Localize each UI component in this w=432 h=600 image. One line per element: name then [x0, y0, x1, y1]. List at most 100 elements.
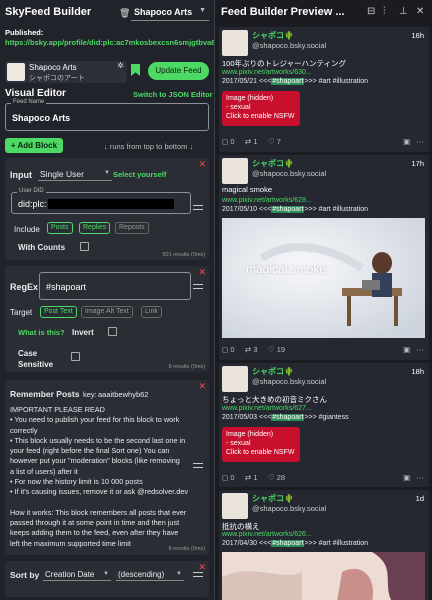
sort-order-select[interactable]: (descending) ▼	[116, 568, 184, 581]
post-url[interactable]: www.pixiv.net/artworks/627...	[222, 405, 312, 412]
feed-select[interactable]: Shapoco Arts ▼	[131, 5, 209, 21]
post-hashtag[interactable]: #shapoart	[271, 414, 305, 421]
post-text: magical smoke	[222, 185, 273, 194]
regex-input[interactable]: #shapoart	[39, 272, 191, 300]
visual-editor-title: Visual Editor	[5, 88, 66, 99]
include-reposts-chip[interactable]: Reposts	[115, 222, 149, 234]
desc-line: • If it's causing issues, remove it or a…	[10, 487, 189, 497]
post-tags: 2017/05/10 <<<#shapoart>>> #art #illustr…	[222, 206, 368, 213]
feed-post[interactable]: シャポコ🌵 @shapoco.bsky.social 1d 抵抗の構え www.…	[219, 490, 429, 600]
repost-count: 3	[253, 345, 258, 354]
desc-line: your feed (right before the final Sort o…	[10, 446, 170, 456]
close-icon[interactable]: ✕	[198, 267, 206, 278]
drag-handle-icon[interactable]	[193, 572, 203, 577]
more-icon[interactable]: ⋯	[417, 137, 425, 146]
repost-icon[interactable]: ⇄	[245, 345, 251, 354]
drag-handle-icon[interactable]	[193, 205, 203, 210]
sort-field-select[interactable]: Creation Date ▼	[43, 568, 111, 581]
sliders-icon[interactable]: ⫶	[383, 6, 386, 17]
update-feed-button[interactable]: Update Feed	[148, 62, 209, 80]
with-counts-label: With Counts	[18, 243, 66, 252]
pin-icon[interactable]: ⊥	[399, 6, 408, 17]
bookmark-icon[interactable]	[131, 64, 140, 76]
post-url[interactable]: www.pixiv.net/artworks/626...	[222, 531, 312, 538]
with-counts-checkbox[interactable]	[80, 242, 89, 251]
input-type-select[interactable]: Single User ▼	[38, 167, 112, 181]
user-did-label: User DID	[17, 188, 46, 194]
reply-icon[interactable]: ◻	[222, 137, 228, 146]
post-url[interactable]: www.pixiv.net/artworks/628...	[222, 197, 312, 204]
include-posts-chip[interactable]: Posts	[47, 222, 73, 234]
remember-block: ✕ Remember Posts key: aaaitbewhyb62 IMPO…	[5, 380, 209, 555]
post-image[interactable]: magical smoke	[222, 218, 425, 338]
post-hashtag[interactable]: #shapoart	[271, 78, 305, 85]
drag-handle-icon[interactable]	[193, 284, 203, 289]
feed-name-label: Feed Name	[11, 99, 47, 105]
close-icon[interactable]: ✕	[416, 6, 424, 17]
target-label: Target	[10, 308, 33, 317]
hidden-reason: - sexual	[226, 440, 251, 447]
case-sensitive-checkbox[interactable]	[71, 352, 80, 361]
target-alt-text-chip[interactable]: Image Alt Text	[81, 306, 133, 318]
dock-icon[interactable]: ⊟	[367, 6, 375, 17]
post-hashtag[interactable]: #shapoart	[271, 206, 305, 213]
add-block-button[interactable]: + Add Block	[5, 138, 63, 153]
more-icon[interactable]: ⋯	[417, 473, 425, 482]
invert-label: Invert	[72, 328, 94, 337]
post-date: 2017/05/03 <<<	[222, 414, 272, 421]
pixel-icon: ✲	[117, 61, 124, 70]
regex-block: ✕ RegEx #shapoart Target Post Text Image…	[5, 266, 209, 372]
post-menu: ▣ ⋯	[403, 137, 424, 146]
feed-name-field[interactable]: Feed Name Shapoco Arts	[5, 99, 209, 131]
hidden-reason: - sexual	[226, 104, 251, 111]
more-icon[interactable]: ⋯	[417, 345, 425, 354]
reply-icon[interactable]: ◻	[222, 473, 228, 482]
like-icon[interactable]: ♡	[268, 345, 275, 354]
like-icon[interactable]: ♡	[268, 137, 275, 146]
account-card[interactable]: Shapoco Arts シャポコのアート ✲	[5, 61, 127, 83]
published-url[interactable]: https://bsky.app/profile/did:plc:ac7mkos…	[5, 38, 214, 47]
post-text: 100年ぶりのトレジャーハンティング	[222, 59, 347, 68]
what-is-this-link[interactable]: What is this?	[18, 328, 65, 337]
nsfw-hidden-notice[interactable]: Image (hidden) - sexual Click to enable …	[222, 91, 300, 126]
close-icon[interactable]: ✕	[198, 159, 206, 170]
image-icon[interactable]: ▣	[403, 137, 410, 146]
runs-note: ↓ runs from top to bottom ↓	[104, 142, 194, 151]
post-menu: ▣ ⋯	[403, 345, 424, 354]
include-replies-chip[interactable]: Replies	[79, 222, 111, 234]
feed-post[interactable]: シャポコ🌵 @shapoco.bsky.social 16h 100年ぶりのトレ…	[219, 27, 429, 152]
post-actions: ◻ 0 ⇄ 1 ♡ 28	[222, 473, 285, 482]
reply-icon[interactable]: ◻	[222, 345, 228, 354]
post-image[interactable]	[222, 552, 425, 600]
nsfw-hidden-notice[interactable]: Image (hidden) - sexual Click to enable …	[222, 427, 300, 462]
like-icon[interactable]: ♡	[268, 473, 275, 482]
invert-checkbox[interactable]	[108, 327, 117, 336]
target-link-chip[interactable]: Link	[141, 306, 162, 318]
sort-field-value: Creation Date	[45, 570, 95, 579]
feed-post[interactable]: シャポコ🌵 @shapoco.bsky.social 18h ちょっと大きめの初…	[219, 363, 429, 487]
regex-value: #shapoart	[46, 282, 87, 292]
close-icon[interactable]: ✕	[198, 381, 206, 392]
image-icon[interactable]: ▣	[403, 473, 410, 482]
drag-handle-icon[interactable]	[193, 463, 203, 468]
remember-description: IMPORTANT PLEASE READ • You need to publ…	[10, 405, 196, 549]
reply-count: 0	[230, 137, 235, 146]
post-url[interactable]: www.pixiv.net/artworks/630...	[222, 69, 312, 76]
select-yourself-link[interactable]: Select yourself	[113, 170, 166, 179]
post-author-name: シャポコ🌵	[252, 494, 294, 503]
post-link: www.pixiv.net/artworks/630...	[222, 69, 312, 76]
feed-post[interactable]: シャポコ🌵 @shapoco.bsky.social 17h magical s…	[219, 155, 429, 360]
image-icon[interactable]: ▣	[403, 345, 410, 354]
repost-icon[interactable]: ⇄	[245, 473, 251, 482]
hidden-action: Click to enable NSFW	[226, 113, 295, 120]
user-did-field[interactable]: User DID did:plc:	[11, 188, 191, 214]
remember-label: Remember Posts	[10, 389, 80, 399]
desc-line: • For now the history limit is 10 000 po…	[10, 477, 143, 487]
repost-icon[interactable]: ⇄	[245, 137, 251, 146]
avatar	[222, 493, 248, 519]
post-hashtag[interactable]: #shapoart	[271, 540, 305, 547]
repost-count: 1	[253, 473, 258, 482]
target-post-text-chip[interactable]: Post Text	[40, 306, 77, 318]
trash-icon[interactable]: 🗑	[119, 8, 130, 19]
switch-json-button[interactable]: Switch to JSON Editor	[133, 90, 213, 99]
